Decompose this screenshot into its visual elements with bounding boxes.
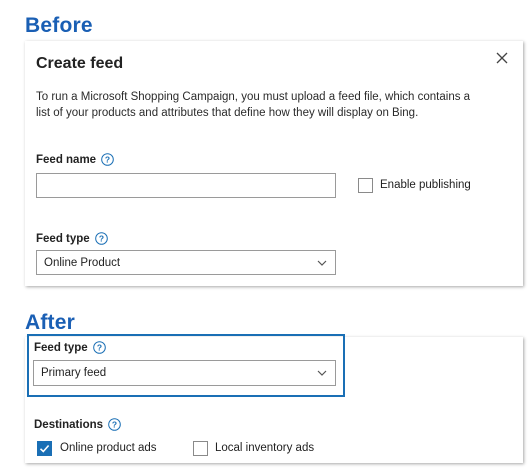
feed-type-label: Feed type ? [36, 232, 108, 245]
feed-type-highlight [27, 334, 345, 397]
local-inventory-ads-label: Local inventory ads [215, 442, 315, 454]
svg-text:?: ? [105, 155, 110, 165]
destinations-label-text: Destinations [34, 418, 104, 431]
close-icon[interactable] [495, 51, 509, 65]
online-product-ads-checkbox[interactable] [37, 441, 52, 456]
local-inventory-ads-checkbox[interactable] [193, 441, 208, 456]
svg-text:?: ? [112, 420, 117, 430]
help-icon[interactable]: ? [108, 418, 121, 431]
feed-type-select[interactable]: Online Product [36, 250, 336, 275]
dialog-title: Create feed [36, 55, 124, 72]
create-feed-dialog: Create feed To run a Microsoft Shopping … [25, 41, 523, 286]
help-icon[interactable]: ? [101, 153, 114, 166]
help-icon[interactable]: ? [94, 232, 108, 245]
dialog-description: To run a Microsoft Shopping Campaign, yo… [36, 91, 471, 119]
destinations-label: Destinations ? [34, 418, 121, 431]
before-heading: Before [25, 14, 93, 37]
enable-publishing-label: Enable publishing [380, 179, 471, 191]
feed-type-label-text: Feed type [36, 232, 90, 245]
checkmark-icon [39, 444, 50, 453]
feed-name-input[interactable] [36, 173, 336, 198]
feed-type-selected: Online Product [44, 256, 121, 269]
feed-name-label-text: Feed name [36, 153, 97, 166]
enable-publishing-checkbox[interactable] [358, 178, 373, 193]
chevron-down-icon [317, 259, 327, 267]
svg-text:?: ? [99, 234, 104, 244]
after-heading: After [25, 311, 76, 334]
online-product-ads-label: Online product ads [60, 442, 157, 454]
feed-name-label: Feed name ? [36, 153, 114, 166]
